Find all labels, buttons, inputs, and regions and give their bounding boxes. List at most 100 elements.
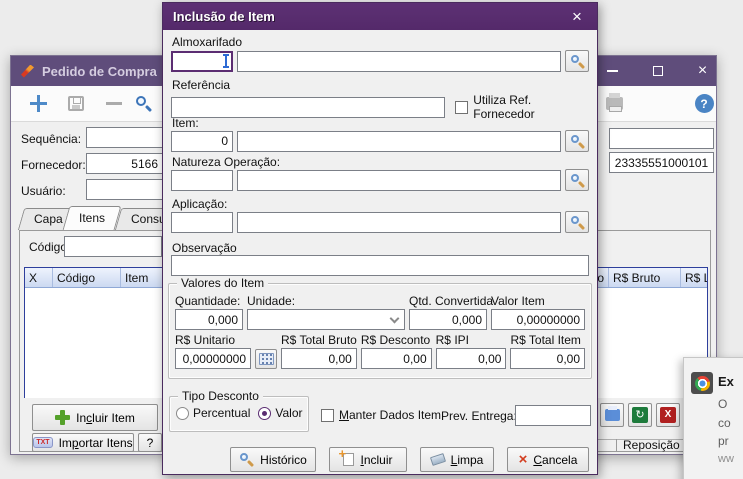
usuario-input[interactable] — [86, 179, 163, 200]
aplicacao-name-input[interactable] — [237, 211, 561, 233]
magnifier-icon — [570, 215, 585, 230]
ipi-input[interactable] — [435, 348, 507, 369]
minimize-button[interactable] — [595, 56, 629, 86]
magnifier-icon — [570, 54, 585, 69]
dialog-titlebar[interactable]: Inclusão de Item — [163, 3, 597, 30]
aplicacao-code-input[interactable] — [171, 211, 233, 233]
total-bruto-input[interactable] — [281, 348, 357, 369]
panel-help-button[interactable]: ? — [138, 433, 162, 452]
almoxarifado-name-input[interactable] — [237, 50, 561, 72]
tipo-desconto-legend: Tipo Desconto — [178, 389, 263, 403]
sequencia-input[interactable] — [86, 127, 163, 148]
tipo-desconto-group: Tipo Desconto Percentual Valor — [169, 389, 309, 432]
printer-icon — [605, 93, 623, 112]
item-name-input[interactable] — [237, 130, 561, 152]
grid-header-codigo[interactable]: Código — [53, 268, 121, 287]
item-code-input[interactable] — [171, 130, 233, 152]
observacao-input[interactable] — [171, 255, 589, 276]
save-button[interactable] — [61, 89, 91, 119]
blue-printer-button[interactable] — [600, 403, 624, 427]
unidade-select[interactable] — [247, 309, 405, 330]
desconto-label: R$ Desconto — [360, 333, 431, 347]
dialog-inclusao-de-item: Inclusão de Item × Almoxarifado Referênc… — [162, 2, 598, 475]
natureza-code-input[interactable] — [171, 169, 233, 191]
new-button[interactable] — [23, 89, 53, 119]
almoxarifado-code-input[interactable] — [171, 50, 233, 72]
item-lookup-button[interactable] — [565, 130, 589, 152]
help-button[interactable]: ? — [689, 89, 719, 119]
grid-header-x[interactable]: X — [25, 268, 53, 287]
toast-line-1: O — [718, 397, 728, 411]
codigo-input[interactable] — [64, 236, 162, 257]
natureza-lookup-button[interactable] — [565, 169, 589, 191]
minimize-icon — [606, 70, 618, 72]
checkbox-icon — [321, 408, 334, 422]
total-bruto-label: R$ Total Bruto — [281, 333, 357, 347]
calculator-button[interactable] — [255, 348, 277, 369]
tab-itens[interactable]: Itens — [62, 206, 122, 230]
aplicacao-lookup-button[interactable] — [565, 211, 589, 233]
valores-row-1: Quantidade: Unidade: Qtd. Convertida Val… — [175, 294, 585, 330]
valor-item-input[interactable] — [491, 309, 585, 330]
radio-valor[interactable]: Valor — [258, 406, 303, 420]
dialog-close-button[interactable]: × — [565, 5, 589, 29]
referencia-input[interactable] — [171, 96, 446, 118]
close-button[interactable]: × — [687, 56, 718, 86]
importar-itens-button[interactable]: TXT Importar Itens — [32, 433, 134, 452]
grid-header-bruto[interactable]: R$ Bruto — [609, 268, 681, 287]
search-button[interactable] — [135, 89, 165, 119]
incluir-item-button[interactable]: Incluir Item — [32, 404, 158, 431]
manter-dados-checkbox[interactable]: Manter Dados Item — [321, 408, 441, 422]
cnpj-input[interactable] — [609, 152, 714, 173]
browser-notification-toast[interactable]: Ex O co pr ww — [683, 357, 743, 479]
observacao-row — [171, 255, 589, 276]
grid-header-liquido[interactable]: R$ L — [681, 268, 707, 287]
chevron-down-icon — [389, 313, 400, 323]
toast-line-2: co — [718, 416, 731, 430]
cancela-button[interactable]: × Cancela — [507, 447, 589, 472]
quantidade-input[interactable] — [175, 309, 243, 330]
utiliza-ref-label: Utiliza Ref. Fornecedor — [473, 93, 535, 121]
delete-button[interactable] — [99, 89, 129, 119]
referencia-row: Utiliza Ref. Fornecedor — [171, 93, 589, 121]
eraser-icon — [429, 453, 446, 466]
window-title: Pedido de Compra — [42, 63, 157, 79]
historico-button[interactable]: Histórico — [230, 447, 316, 472]
incluir-button[interactable]: Incluir — [329, 446, 407, 472]
red-x-button[interactable]: X — [656, 403, 680, 427]
status-text: Reposição — [623, 438, 680, 452]
minus-icon — [106, 102, 122, 105]
print-button[interactable] — [599, 89, 629, 119]
almoxarifado-label: Almoxarifado — [172, 35, 243, 49]
toast-url: ww — [718, 453, 734, 465]
app-logo-icon — [21, 64, 34, 78]
save-disk-icon — [68, 96, 84, 111]
prev-entrega-input[interactable] — [515, 405, 591, 426]
desconto-input[interactable] — [360, 348, 432, 369]
observacao-label: Observação — [172, 241, 237, 255]
total-item-label: R$ Total Item — [510, 333, 581, 347]
radio-on-icon — [258, 406, 272, 420]
item-label: Item: — [172, 116, 199, 130]
maximize-button[interactable] — [641, 56, 675, 86]
maximize-icon — [653, 66, 663, 76]
total-item-input[interactable] — [510, 348, 585, 369]
radio-off-icon — [176, 406, 189, 420]
dialog-title: Inclusão de Item — [173, 9, 275, 24]
right-top-input[interactable] — [609, 128, 714, 149]
paste-plus-icon — [338, 446, 355, 466]
valor-item-label: Valor Item — [491, 294, 545, 308]
blue-printer-icon — [604, 406, 620, 421]
limpa-button[interactable]: Limpa — [420, 447, 494, 472]
almoxarifado-lookup-button[interactable] — [565, 50, 589, 72]
fornecedor-input[interactable] — [86, 153, 163, 174]
green-refresh-button[interactable]: ↻ — [628, 403, 652, 427]
chrome-icon — [694, 375, 710, 391]
prev-entrega-label: Prev. Entrega: — [441, 409, 517, 423]
aplicacao-row — [171, 211, 589, 233]
unitario-input[interactable] — [175, 348, 251, 369]
utiliza-ref-checkbox[interactable]: Utiliza Ref. Fornecedor — [455, 93, 589, 121]
radio-percentual[interactable]: Percentual — [176, 406, 250, 420]
qtd-convertida-input[interactable] — [409, 309, 487, 330]
natureza-name-input[interactable] — [237, 169, 561, 191]
